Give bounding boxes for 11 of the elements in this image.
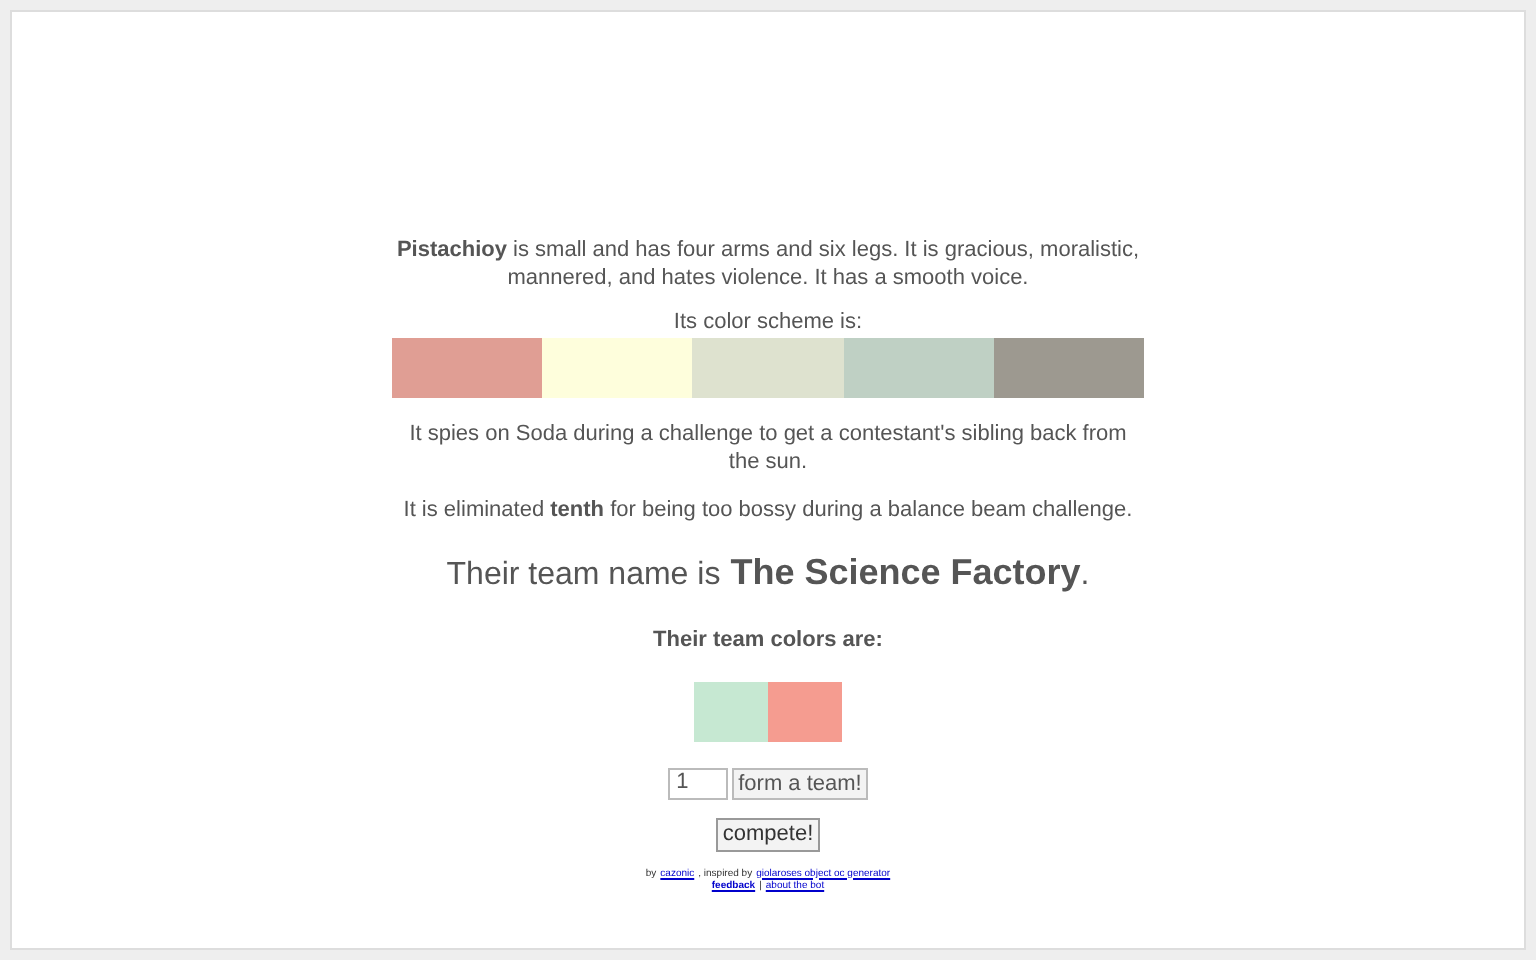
- description: Pistachioy is small and has four arms and six legs. It is gracious, moralistic, mannered, and hates violence. It has a smooth voice.: [394, 236, 1142, 292]
- form-team-button[interactable]: form a team!: [732, 767, 868, 799]
- count-field[interactable]: 1: [668, 767, 729, 799]
- period: .: [1080, 556, 1090, 596]
- compete-button[interactable]: compete!: [716, 817, 820, 851]
- team-colors-label: Their team colors are:: [653, 626, 883, 656]
- story: It spies on Soda during a challenge to get a contestant's sibling back from the sun.: [407, 420, 1129, 476]
- team-name-label: Their team name is: [446, 556, 721, 596]
- scheme-label: Its color scheme is:: [673, 308, 863, 336]
- team-name: The Science Factory: [730, 550, 1081, 596]
- elimination: It is eliminated tenth for being too bossy during a balance beam challenge.: [403, 496, 1133, 524]
